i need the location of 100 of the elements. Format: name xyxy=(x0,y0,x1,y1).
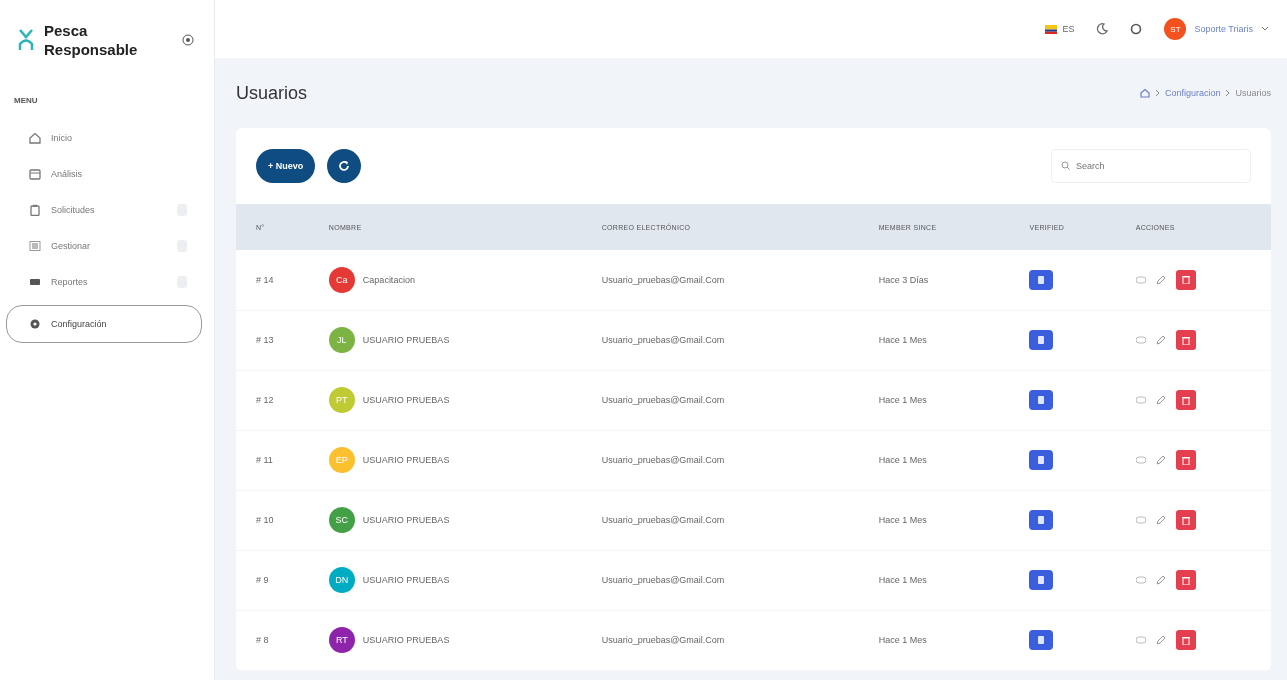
trash-icon xyxy=(1181,515,1190,525)
edit-button[interactable] xyxy=(1155,575,1166,585)
badge-mark-icon xyxy=(1038,516,1045,524)
member-since-cell: Hace 1 Mes xyxy=(858,310,1010,370)
view-icon xyxy=(1135,396,1146,404)
view-button[interactable] xyxy=(1135,636,1146,644)
clipboard-icon xyxy=(29,204,41,216)
view-button[interactable] xyxy=(1135,396,1146,404)
avatar: PT xyxy=(328,387,355,413)
sidebar-item[interactable]: Análisis xyxy=(12,161,202,187)
calendar-icon xyxy=(29,168,41,180)
moon-icon[interactable] xyxy=(1096,23,1109,35)
edit-button[interactable] xyxy=(1155,455,1166,465)
delete-button[interactable] xyxy=(1175,510,1196,530)
sidebar-item[interactable]: Reportes xyxy=(12,269,202,295)
delete-button[interactable] xyxy=(1175,570,1196,590)
edit-icon xyxy=(1155,515,1166,525)
search-field[interactable]: Search xyxy=(1051,149,1251,183)
user-name: USUARIO PRUEBAS xyxy=(362,575,450,585)
collapse-toggle-icon[interactable] xyxy=(182,34,194,46)
view-button[interactable] xyxy=(1135,275,1146,284)
trash-icon xyxy=(1181,335,1190,345)
brand-name: Pesca Responsable xyxy=(44,21,139,59)
row-number: # 12 xyxy=(236,370,309,430)
email-cell: Usuario_pruebas@Gmail.Com xyxy=(581,250,859,310)
delete-button[interactable] xyxy=(1175,330,1196,350)
email-cell: Usuario_pruebas@Gmail.Com xyxy=(581,310,859,370)
badge-mark-icon xyxy=(1038,576,1045,584)
edit-button[interactable] xyxy=(1155,335,1166,345)
edit-button[interactable] xyxy=(1155,515,1166,525)
row-number: # 11 xyxy=(236,430,309,490)
edit-icon xyxy=(1155,635,1166,645)
page-title: Usuarios xyxy=(236,82,308,104)
edit-icon xyxy=(1155,575,1166,585)
delete-button[interactable] xyxy=(1175,390,1196,410)
badge-mark-icon xyxy=(1038,456,1045,464)
edit-icon xyxy=(1155,335,1166,345)
view-icon xyxy=(1135,576,1146,584)
chevron-down-icon xyxy=(1261,26,1269,32)
view-icon xyxy=(1135,456,1146,464)
user-name: USUARIO PRUEBAS xyxy=(362,395,450,405)
trash-icon xyxy=(1181,575,1190,585)
view-icon xyxy=(1135,636,1146,644)
trash-icon xyxy=(1181,395,1190,405)
delete-button[interactable] xyxy=(1175,269,1196,290)
delete-button[interactable] xyxy=(1175,630,1196,650)
trash-icon xyxy=(1181,635,1190,645)
view-button[interactable] xyxy=(1135,576,1146,584)
breadcrumb-item[interactable]: Configuracion xyxy=(1164,88,1221,98)
member-since-cell: Hace 3 Días xyxy=(858,250,1010,310)
new-button[interactable]: + Nuevo xyxy=(256,149,316,183)
user-menu[interactable]: ST Soporte Triaris xyxy=(1164,18,1269,40)
badge-mark-icon xyxy=(1038,275,1045,284)
email-cell: Usuario_pruebas@Gmail.Com xyxy=(581,430,859,490)
refresh-button[interactable] xyxy=(327,149,362,183)
view-button[interactable] xyxy=(1135,456,1146,464)
trash-icon xyxy=(1181,455,1190,465)
sidebar-item[interactable]: Inicio xyxy=(12,125,202,151)
user-name: USUARIO PRUEBAS xyxy=(362,455,450,465)
sidebar-item[interactable]: Gestionar xyxy=(12,233,202,259)
avatar: RT xyxy=(328,627,355,653)
language-selector[interactable]: ES xyxy=(1045,24,1075,34)
refresh-icon xyxy=(337,159,352,173)
email-cell: Usuario_pruebas@Gmail.Com xyxy=(581,370,859,430)
edit-button[interactable] xyxy=(1155,395,1166,405)
logo-icon xyxy=(18,28,34,52)
gear-icon xyxy=(29,318,41,330)
chevron-right-icon xyxy=(1225,89,1231,97)
member-since-cell: Hace 1 Mes xyxy=(858,490,1010,550)
home-icon[interactable] xyxy=(1139,88,1150,98)
row-number: # 8 xyxy=(236,610,309,670)
email-cell: Usuario_pruebas@Gmail.Com xyxy=(581,550,859,610)
edit-button[interactable] xyxy=(1155,274,1166,285)
view-button[interactable] xyxy=(1135,336,1146,344)
member-since-cell: Hace 1 Mes xyxy=(858,550,1010,610)
email-cell: Usuario_pruebas@Gmail.Com xyxy=(581,490,859,550)
badge-mark-icon xyxy=(1038,336,1045,344)
list-icon xyxy=(29,240,41,252)
badge-mark-icon xyxy=(1038,396,1045,404)
sidebar-item[interactable]: Configuración xyxy=(6,305,202,343)
avatar: SC xyxy=(328,507,355,533)
menu-heading: MENU xyxy=(14,96,39,105)
avatar: JL xyxy=(328,327,355,353)
home-icon xyxy=(29,132,41,144)
row-number: # 13 xyxy=(236,310,309,370)
delete-button[interactable] xyxy=(1175,450,1196,470)
edit-button[interactable] xyxy=(1155,635,1166,645)
avatar: EP xyxy=(328,447,355,473)
edit-icon xyxy=(1155,455,1166,465)
sidebar-item[interactable]: Solicitudes xyxy=(12,197,202,223)
view-button[interactable] xyxy=(1135,516,1146,524)
breadcrumb-item: Usuarios xyxy=(1235,88,1271,98)
user-name: USUARIO PRUEBAS xyxy=(362,635,450,645)
card-icon xyxy=(29,276,41,288)
avatar: DN xyxy=(328,567,355,593)
edit-icon xyxy=(1155,274,1166,285)
view-icon xyxy=(1135,516,1146,524)
user-name: USUARIO PRUEBAS xyxy=(362,515,450,525)
avatar: Ca xyxy=(328,266,355,293)
user-name: Capacitacion xyxy=(362,274,415,285)
